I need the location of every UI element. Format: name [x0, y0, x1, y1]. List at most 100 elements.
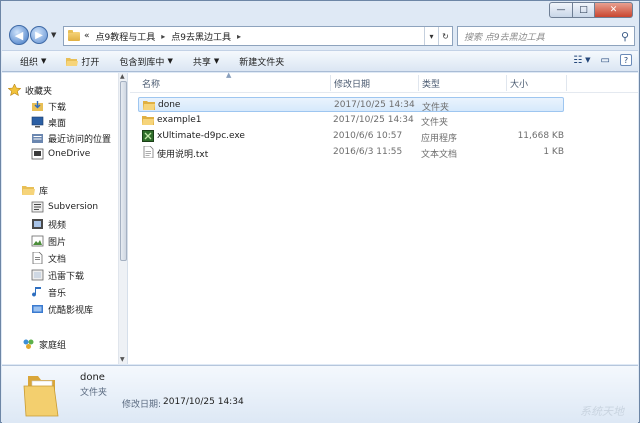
maximize-button[interactable]: □ [573, 2, 595, 18]
nav-item-documents[interactable]: 文档 [31, 250, 66, 266]
search-icon[interactable]: ⚲ [621, 30, 629, 43]
chevron-down-icon: ▼ [167, 57, 173, 65]
nav-item-label: 音乐 [48, 288, 67, 299]
nav-libraries[interactable]: 库 [22, 182, 48, 198]
address-history-dropdown[interactable]: ▾ [424, 27, 438, 45]
youku-library-icon [31, 303, 44, 315]
scroll-down-icon[interactable]: ▼ [120, 356, 125, 363]
nav-item-label: 最近访问的位置 [48, 134, 112, 145]
file-name: example1 [157, 115, 202, 125]
address-overflow[interactable]: « [84, 31, 90, 41]
document-library-icon [31, 251, 44, 265]
breadcrumb-item[interactable]: 点9去黑边工具 [171, 30, 231, 43]
search-input[interactable]: 搜索 点9去黑边工具 ⚲ [457, 26, 635, 46]
breadcrumb-item[interactable]: 点9教程与工具 [96, 30, 156, 43]
scrollbar-thumb[interactable] [120, 81, 127, 261]
column-header-size[interactable]: 大小 [510, 77, 528, 90]
title-bar: — □ ✕ [1, 1, 639, 23]
details-type: 文件夹 [80, 388, 108, 398]
close-button[interactable]: ✕ [595, 2, 633, 18]
nav-item-label: 迅雷下载 [48, 271, 85, 282]
breadcrumb-separator[interactable]: ▸ [237, 32, 241, 41]
file-row-example1[interactable]: example1 2017/10/25 14:34 文件夹 [138, 113, 564, 128]
change-view-icon[interactable]: ☷ [573, 55, 582, 66]
address-row: ◀ ▶ ▼ « 点9教程与工具 ▸ 点9去黑边工具 ▸ ▾ ↻ 搜索 点9去黑边… [5, 25, 637, 49]
recent-places-icon [31, 132, 44, 144]
file-name: done [158, 100, 181, 110]
organize-menu[interactable]: 组织 ▼ [20, 55, 46, 68]
back-button[interactable]: ◀ [9, 25, 29, 45]
nav-item-subversion[interactable]: Subversion [31, 199, 98, 215]
details-pane: done 文件夹 修改日期: 2017/10/25 14:34 系统天地 [2, 365, 638, 423]
music-library-icon [31, 286, 44, 298]
include-in-library-menu[interactable]: 包含到库中 ▼ [119, 55, 172, 68]
nav-homegroup[interactable]: 家庭组 [22, 336, 66, 352]
navigation-scrollbar[interactable]: ▲ ▼ [118, 73, 127, 364]
nav-item-label: 图片 [48, 237, 67, 248]
nav-item-youku-library[interactable]: 优酷影视库 [31, 301, 93, 317]
details-name: done [80, 372, 105, 383]
navigation-buttons: ◀ ▶ ▼ [9, 25, 56, 45]
organize-label: 组织 [20, 57, 39, 68]
nav-favorites[interactable]: 收藏夹 [7, 82, 53, 98]
column-divider[interactable] [566, 75, 567, 91]
view-dropdown-icon[interactable]: ▼ [585, 56, 590, 64]
open-button[interactable]: 打开 [66, 55, 99, 68]
homegroup-icon [22, 338, 35, 350]
share-menu[interactable]: 共享 ▼ [193, 55, 219, 68]
file-size: 1 KB [543, 147, 564, 157]
download-folder-icon [31, 100, 44, 112]
star-icon [7, 83, 22, 97]
file-size: 11,668 KB [517, 131, 564, 141]
folder-icon [68, 29, 80, 41]
file-row-readme-txt[interactable]: 使用说明.txt 2016/6/3 11:55 文本文档 1 KB [138, 145, 564, 160]
nav-item-recent-places[interactable]: 最近访问的位置 [31, 130, 111, 146]
file-type: 文本文档 [421, 150, 458, 160]
watermark-text: 系统天地 [580, 405, 624, 418]
refresh-button[interactable]: ↻ [438, 27, 452, 45]
help-icon[interactable]: ? [620, 54, 632, 66]
nav-item-label: 优酷影视库 [48, 305, 94, 316]
file-name: xUltimate-d9pc.exe [157, 131, 245, 141]
content-area: 收藏夹 下载 桌面 最近访问的位置 OneDrive 库 Subversion … [2, 71, 638, 364]
nav-item-label: 视频 [48, 220, 67, 231]
file-row-xultimate-exe[interactable]: xUltimate-d9pc.exe 2010/6/6 10:57 应用程序 1… [138, 129, 564, 144]
nav-item-videos[interactable]: 视频 [31, 216, 66, 232]
open-folder-icon [66, 56, 79, 67]
file-row-done[interactable]: done 2017/10/25 14:34 文件夹 [138, 97, 564, 113]
column-divider[interactable] [506, 75, 507, 91]
scroll-up-icon[interactable]: ▲ [120, 73, 125, 80]
file-type: 文件夹 [421, 118, 449, 128]
nav-item-label: 桌面 [48, 118, 67, 129]
forward-button[interactable]: ▶ [30, 26, 48, 44]
recent-pages-dropdown[interactable]: ▼ [51, 31, 56, 39]
nav-item-label: 文档 [48, 254, 67, 265]
preview-pane-icon[interactable]: ▭ [601, 55, 610, 66]
sort-ascending-icon: ▲ [226, 71, 232, 79]
picture-library-icon [31, 235, 44, 247]
onedrive-icon [31, 148, 44, 160]
nav-item-music[interactable]: 音乐 [31, 284, 66, 300]
column-header-modified[interactable]: 修改日期 [334, 77, 370, 90]
new-folder-label: 新建文件夹 [239, 57, 285, 68]
command-bar: 组织 ▼ 打开 包含到库中 ▼ 共享 ▼ 新建文件夹 ☷ ▼ ▭ ? [2, 50, 638, 72]
nav-item-onedrive[interactable]: OneDrive [31, 146, 90, 162]
file-modified: 2010/6/6 10:57 [333, 131, 403, 141]
nav-favorites-label: 收藏夹 [25, 86, 53, 97]
breadcrumb-separator[interactable]: ▸ [161, 32, 165, 41]
nav-item-desktop[interactable]: 桌面 [31, 114, 66, 130]
file-type: 文件夹 [422, 103, 450, 113]
column-divider[interactable] [418, 75, 419, 91]
column-header-type[interactable]: 类型 [422, 77, 440, 90]
new-folder-button[interactable]: 新建文件夹 [239, 55, 284, 68]
nav-item-xunlei-downloads[interactable]: 迅雷下载 [31, 267, 84, 283]
nav-item-pictures[interactable]: 图片 [31, 233, 66, 249]
nav-item-downloads[interactable]: 下载 [31, 98, 66, 114]
minimize-button[interactable]: — [549, 2, 573, 18]
text-file-icon [142, 145, 154, 159]
column-header-name[interactable]: 名称 [142, 77, 160, 90]
large-folder-icon [20, 372, 62, 418]
address-bar[interactable]: « 点9教程与工具 ▸ 点9去黑边工具 ▸ ▾ ↻ [63, 26, 453, 46]
column-divider[interactable] [330, 75, 331, 91]
nav-item-label: OneDrive [48, 149, 91, 159]
